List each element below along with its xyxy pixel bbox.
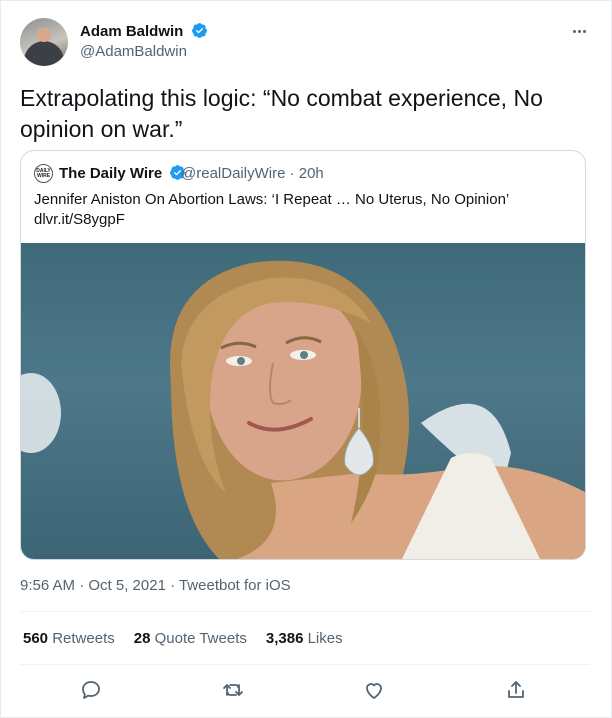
- engagement-stats: 560 Retweets 28 Quote Tweets 3,386 Likes: [23, 630, 343, 647]
- verified-badge-icon: [191, 23, 207, 38]
- like-icon[interactable]: [362, 678, 386, 702]
- divider-bottom: [20, 664, 590, 665]
- quoted-author-row: The Daily Wire: [59, 164, 186, 182]
- quoted-display-name: The Daily Wire: [59, 165, 163, 182]
- reply-icon[interactable]: [79, 678, 103, 702]
- more-options-icon[interactable]: [569, 21, 589, 41]
- quoted-tweet[interactable]: DAILY WIRE The Daily Wire @realDailyWire…: [20, 150, 586, 560]
- likes-label: Likes: [307, 630, 343, 647]
- author-avatar[interactable]: [20, 18, 68, 66]
- divider-top: [20, 611, 590, 612]
- share-icon[interactable]: [504, 678, 528, 702]
- quoted-avatar: DAILY WIRE: [34, 164, 53, 183]
- author-name-row[interactable]: Adam Baldwin: [80, 22, 208, 40]
- author-display-name[interactable]: Adam Baldwin: [80, 23, 183, 40]
- tweet-timestamp[interactable]: 9:56 AM · Oct 5, 2021 · Tweetbot for iOS: [20, 577, 291, 594]
- likes-stat[interactable]: 3,386 Likes: [266, 630, 343, 647]
- retweets-count: 560: [23, 630, 49, 647]
- action-bar: [1, 675, 612, 705]
- portrait-photo-illustration: [21, 260, 585, 559]
- retweets-stat[interactable]: 560 Retweets: [23, 630, 115, 647]
- quote-tweets-count: 28: [133, 630, 151, 647]
- tweet-text: Extrapolating this logic: “No combat exp…: [20, 85, 543, 142]
- retweet-icon[interactable]: [221, 678, 245, 702]
- retweets-label: Retweets: [52, 630, 115, 647]
- quote-tweets-stat[interactable]: 28 Quote Tweets: [134, 630, 247, 647]
- quoted-handle-time: @realDailyWire · 20h: [181, 165, 324, 182]
- author-handle[interactable]: @AdamBaldwin: [80, 43, 187, 60]
- quoted-headline: Jennifer Aniston On Abortion Laws: ‘I Re…: [34, 191, 510, 208]
- quoted-text: Jennifer Aniston On Abortion Laws: ‘I Re…: [34, 190, 574, 230]
- quote-tweets-label: Quote Tweets: [154, 630, 247, 647]
- quoted-link[interactable]: dlvr.it/S8ygpF: [34, 210, 574, 230]
- tweet-card: Adam Baldwin @AdamBaldwin Extrapolating …: [0, 0, 612, 718]
- quoted-photo[interactable]: [21, 243, 585, 559]
- likes-count: 3,386: [265, 630, 304, 647]
